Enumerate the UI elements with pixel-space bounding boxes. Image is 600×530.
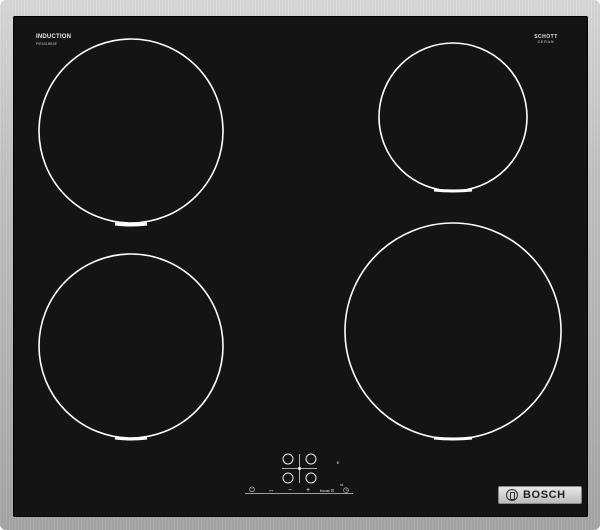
select-zone-front-right[interactable] [305,472,317,484]
zone-front-right-indicator [433,436,473,441]
zone-front-left-ring [38,38,224,224]
minus-button[interactable]: − [284,484,296,498]
select-zone-rear-right[interactable] [305,453,317,465]
plus-button[interactable]: + [302,484,314,498]
zone-rear-left-indicator [114,436,148,441]
zone-back-right-ring [378,42,528,192]
select-zone-front-left[interactable] [282,472,294,484]
cooking-zones [38,38,562,484]
zone-front-right-ring [344,222,562,440]
zone-back-right-indicator [433,188,473,193]
control-strip-line [245,493,353,494]
zone-front-left-indicator [114,222,148,227]
boost-button[interactable]: boost ⊡ [317,484,337,498]
brand-name: BOSCH [523,489,566,501]
brand-badge: BOSCH [498,486,582,504]
bosch-logo-icon [506,489,518,501]
zone-selector[interactable] [282,453,317,484]
select-zone-rear-left[interactable] [282,453,294,465]
timer-display: 88 [340,483,344,487]
childlock-button[interactable]: ⊶ [264,484,278,498]
power-button[interactable]: ⏻ [246,484,258,498]
zone-rear-left-ring [38,253,224,439]
zone-indicator-label: E [336,460,340,465]
